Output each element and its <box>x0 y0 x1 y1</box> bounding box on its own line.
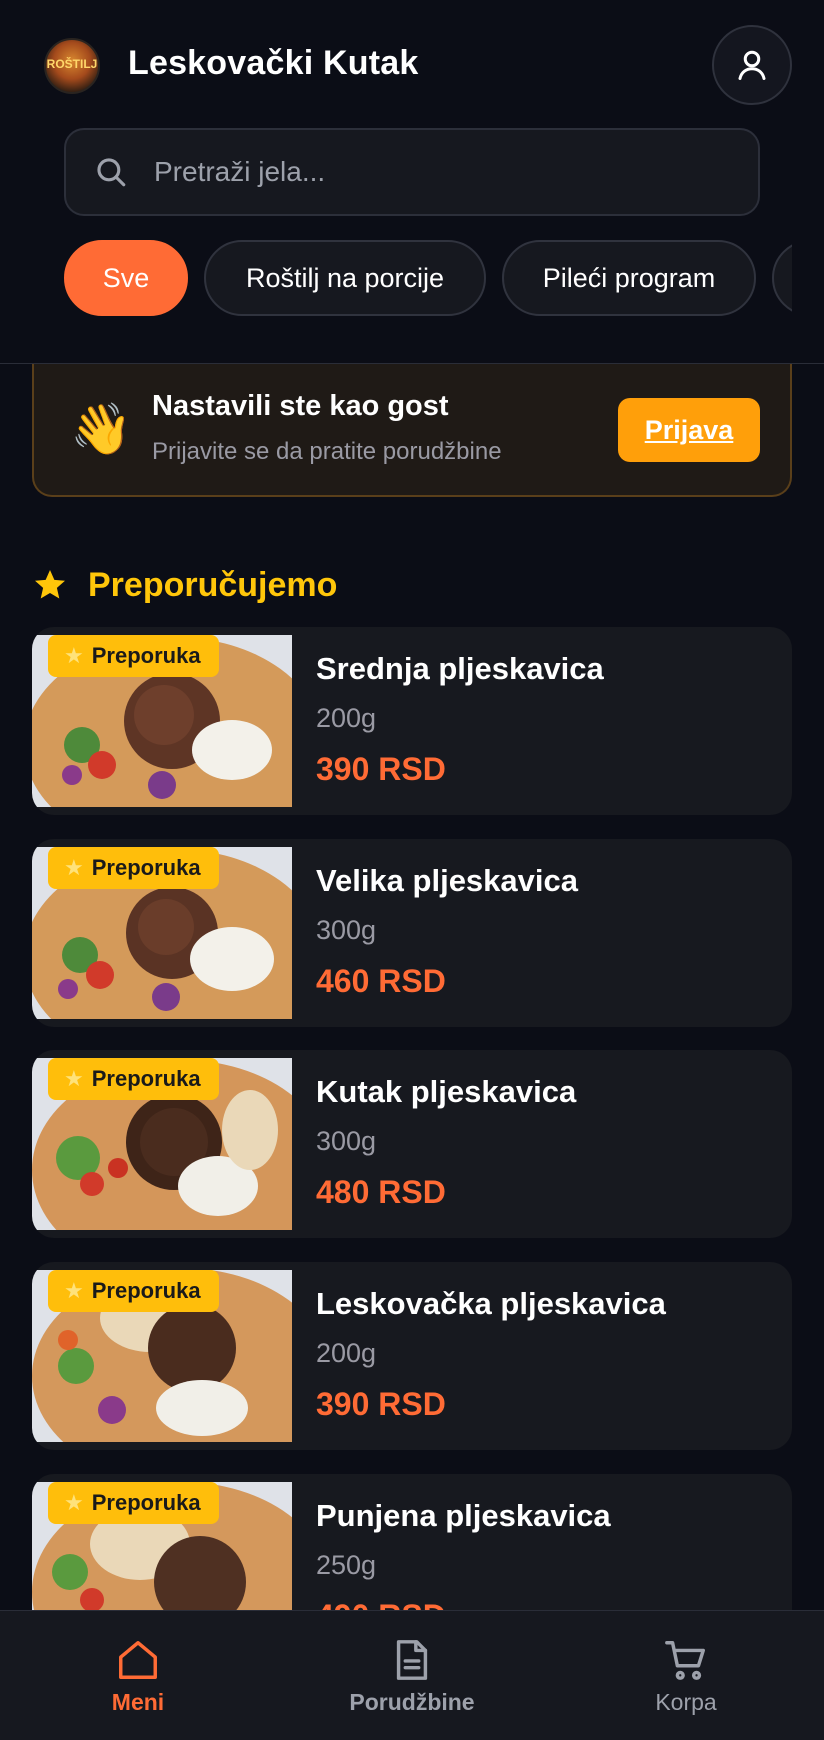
menu-item-card[interactable]: ★ Preporuka Velika pljeskavica 300g 460 … <box>32 839 792 1027</box>
badge-star-icon: ★ <box>64 643 84 668</box>
item-price: 390 RSD <box>316 1386 446 1422</box>
item-name: Leskovačka pljeskavica <box>316 1286 666 1321</box>
item-name: Punjena pljeskavica <box>316 1498 611 1533</box>
item-price: 390 RSD <box>316 751 446 787</box>
search-input[interactable] <box>154 130 734 214</box>
item-name: Velika pljeskavica <box>316 863 578 898</box>
recommended-badge: ★ Preporuka <box>48 1058 219 1100</box>
menu-item-card[interactable]: ★ Preporuka Kutak pljeskavica 300g 480 R… <box>32 1050 792 1238</box>
logo-text: ROŠTILJ <box>46 57 98 71</box>
recommended-badge: ★ Preporuka <box>48 1270 219 1312</box>
category-chip-rostilj-na-porcije[interactable]: Roštilj na porcije <box>204 240 486 316</box>
section-header: Preporučujemo <box>32 560 337 610</box>
recommended-badge: ★ Preporuka <box>48 1482 219 1524</box>
item-name: Kutak pljeskavica <box>316 1074 577 1109</box>
search-bar[interactable] <box>64 128 760 216</box>
guest-banner: 👋 Nastavili ste kao gost Prijavite se da… <box>32 364 792 497</box>
category-chip-partial[interactable] <box>772 240 792 316</box>
category-chips: Sve Roštilj na porcije Pileći program <box>64 240 792 316</box>
badge-label: Preporuka <box>91 1490 201 1515</box>
badge-star-icon: ★ <box>64 855 84 880</box>
home-icon <box>119 1641 157 1679</box>
nav-label-menu: Meni <box>111 1689 165 1715</box>
category-chip-pileci-program[interactable]: Pileći program <box>502 240 756 316</box>
bottom-navigation: Meni Porudžbine Korpa <box>0 1610 824 1740</box>
guest-banner-subtitle: Prijavite se da pratite porudžbine <box>152 438 502 465</box>
item-name: Srednja pljeskavica <box>316 651 604 686</box>
recommended-badge: ★ Preporuka <box>48 635 219 677</box>
menu-item-card[interactable]: ★ Preporuka Leskovačka pljeskavica 200g … <box>32 1262 792 1450</box>
nav-tab-orders[interactable]: Porudžbine <box>312 1637 512 1716</box>
category-chip-sve[interactable]: Sve <box>64 240 188 316</box>
item-weight: 300g <box>316 1126 377 1156</box>
badge-label: Preporuka <box>91 643 201 668</box>
guest-banner-title: Nastavili ste kao gost <box>152 390 449 422</box>
badge-label: Preporuka <box>91 855 201 880</box>
user-icon <box>738 50 766 80</box>
badge-star-icon: ★ <box>64 1278 84 1303</box>
nav-label-cart: Korpa <box>655 1689 717 1715</box>
badge-star-icon: ★ <box>64 1066 84 1091</box>
document-icon <box>396 1640 428 1680</box>
login-button[interactable]: Prijava <box>618 398 760 462</box>
recommended-badge: ★ Preporuka <box>48 847 219 889</box>
restaurant-name: Leskovački Kutak <box>128 44 419 82</box>
restaurant-logo: ROŠTILJ <box>44 38 100 94</box>
badge-label: Preporuka <box>91 1066 201 1091</box>
app-header: ROŠTILJ Leskovački Kutak Sve Roštilj na … <box>0 0 824 364</box>
item-weight: 200g <box>316 1338 377 1368</box>
waving-hand-icon: 👋 <box>70 401 133 457</box>
nav-label-orders: Porudžbine <box>349 1689 475 1715</box>
nav-tab-menu[interactable]: Meni <box>38 1637 238 1716</box>
item-weight: 250g <box>316 1550 377 1580</box>
star-icon <box>35 570 65 599</box>
item-weight: 200g <box>316 703 377 733</box>
badge-star-icon: ★ <box>64 1490 84 1515</box>
nav-tab-cart[interactable]: Korpa <box>586 1637 786 1716</box>
item-weight: 300g <box>316 915 377 945</box>
search-icon <box>97 158 126 187</box>
item-price: 480 RSD <box>316 1174 446 1210</box>
menu-item-card[interactable]: ★ Preporuka Srednja pljeskavica 200g 390… <box>32 627 792 815</box>
cart-icon <box>665 1641 705 1680</box>
profile-button[interactable] <box>712 25 792 105</box>
section-title: Preporučujemo <box>88 565 338 604</box>
badge-label: Preporuka <box>91 1278 201 1303</box>
item-price: 460 RSD <box>316 963 446 999</box>
